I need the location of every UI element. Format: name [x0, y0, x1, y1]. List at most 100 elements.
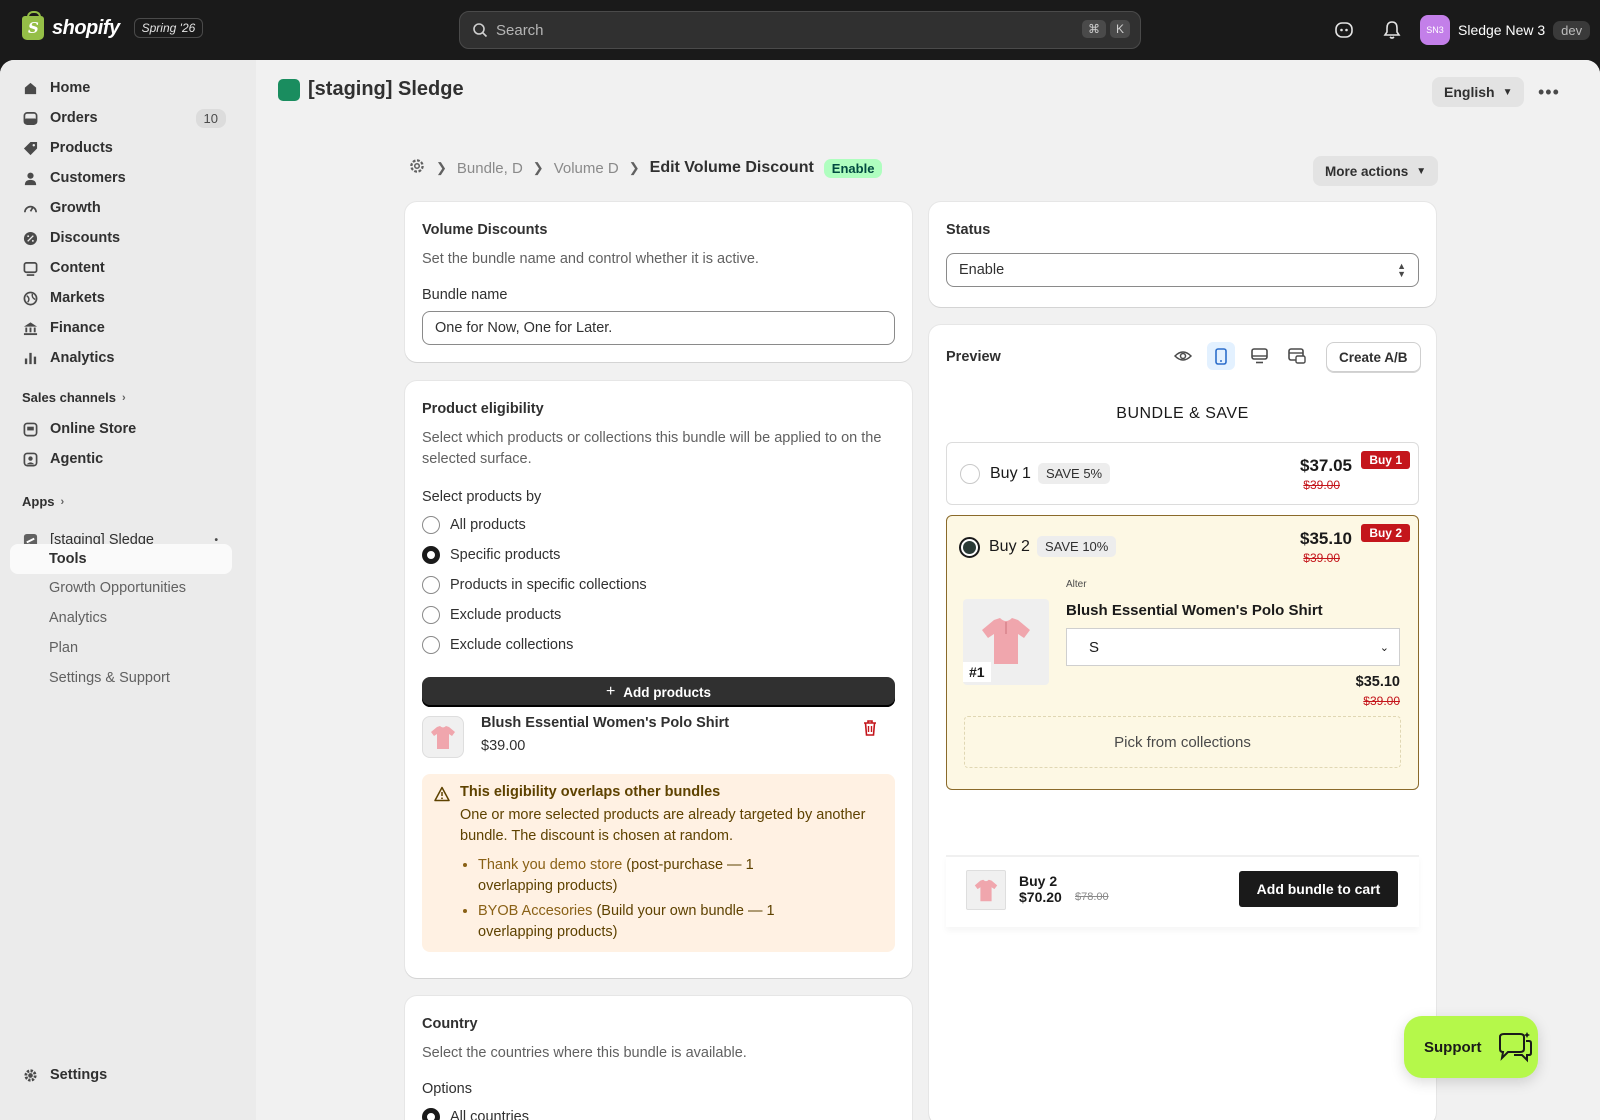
bundle-name-input[interactable]: One for Now, One for Later. [422, 311, 895, 345]
gauge-icon [22, 200, 38, 216]
radio-exclude-products[interactable]: Exclude products [422, 600, 561, 630]
sidebar-item-settings[interactable]: Settings [10, 1060, 232, 1090]
radio-dot [963, 541, 976, 554]
selected-product-name: Blush Essential Women's Polo Shirt [481, 715, 730, 731]
item-name: Blush Essential Women's Polo Shirt [1066, 602, 1323, 619]
pick-from-collections[interactable]: Pick from collections [964, 716, 1401, 768]
size-select-value: S [1089, 638, 1100, 656]
more-actions-button[interactable]: More actions ▼ [1313, 156, 1439, 186]
tier-option-buy-2[interactable]: Buy 2 SAVE 10% $35.10 $39.00 Buy 2 Alter… [946, 515, 1419, 790]
sidebar-item-growth[interactable]: Growth [10, 193, 232, 223]
radio-all-products[interactable]: All products [422, 510, 526, 540]
sidebar-subitem-plan[interactable]: Plan [10, 633, 232, 663]
tier-save-pill: SAVE 10% [1037, 536, 1117, 557]
apps-heading[interactable]: Apps › [22, 494, 64, 509]
radio-circle-selected[interactable] [422, 546, 440, 564]
add-products-button[interactable]: + Add products [422, 677, 895, 707]
discount-icon [22, 230, 38, 246]
desktop-view-icon[interactable] [1245, 342, 1273, 370]
sticky-compare-price: $78.00 [1075, 891, 1109, 903]
add-bundle-to-cart-button[interactable]: Add bundle to cart [1239, 871, 1398, 907]
sidebar-item-label: Markets [50, 290, 105, 306]
top-bar: shopify Spring '26 Search ⌘ K SN3 Sledge… [0, 0, 1600, 60]
eye-icon[interactable] [1169, 342, 1197, 370]
store-icon [22, 421, 38, 437]
preview-card: Preview Create A/B BUNDLE & SAVE Buy 1 S… [929, 325, 1436, 1120]
sidebar-subitem-label: Plan [49, 640, 79, 656]
radio-all-countries[interactable]: All countries [422, 1102, 529, 1120]
overlap-bundle-link[interactable]: BYOB Accesories [478, 903, 592, 919]
radio-circle[interactable] [422, 576, 440, 594]
search-placeholder: Search [496, 21, 544, 39]
orders-icon [22, 110, 38, 126]
tier-price: $37.05 [1300, 456, 1352, 475]
sidebar-item-finance[interactable]: Finance [10, 313, 232, 343]
support-button[interactable]: Support [1404, 1016, 1538, 1078]
sidebar-item-home[interactable]: Home [10, 73, 232, 103]
sidebar-item-label: Finance [50, 320, 105, 336]
radio-exclude-collections[interactable]: Exclude collections [422, 630, 573, 660]
sidekick-icon[interactable] [1332, 18, 1356, 42]
shopify-logo[interactable]: shopify Spring '26 [22, 11, 204, 40]
radio-specific-products[interactable]: Specific products [422, 540, 560, 570]
card-title: Country [422, 1016, 478, 1032]
sidebar-item-orders[interactable]: Orders 10 [10, 103, 232, 133]
overlap-item: Thank you demo store (post-purchase — 1 … [478, 855, 778, 897]
layout-view-icon[interactable] [1283, 342, 1311, 370]
item-compare-price: $39.00 [1363, 694, 1400, 708]
chat-bubble-icon [1498, 1032, 1532, 1063]
sidebar-item-agentic[interactable]: Agentic [10, 444, 232, 474]
store-switcher[interactable]: SN3 Sledge New 3 dev [1420, 15, 1591, 45]
chevron-right-icon: › [121, 391, 126, 404]
chevron-down-icon: ⌄ [1379, 641, 1389, 654]
person-icon [22, 170, 38, 186]
sidebar-subitem-tools[interactable]: Tools [10, 544, 232, 574]
sidebar-subitem-settings-support[interactable]: Settings & Support [10, 663, 232, 693]
create-ab-label: Create A/B [1339, 349, 1408, 365]
sidebar-item-online-store[interactable]: Online Store [10, 414, 232, 444]
tier-radio-selected[interactable] [959, 537, 980, 558]
tier-radio[interactable] [960, 464, 980, 484]
radio-circle[interactable] [422, 516, 440, 534]
orders-count-badge: 10 [195, 108, 226, 128]
bundle-name-value: One for Now, One for Later. [435, 320, 613, 336]
tier-name: Buy 1 [990, 465, 1031, 482]
search-bar[interactable]: Search ⌘ K [459, 11, 1141, 49]
status-select[interactable]: Enable ▲ ▼ [946, 253, 1419, 287]
sidebar-subitem-growth-opportunities[interactable]: Growth Opportunities [10, 573, 232, 603]
language-selector[interactable]: English ▼ [1432, 77, 1525, 107]
sidebar-item-products[interactable]: Products [10, 133, 232, 163]
sidebar-item-label: Orders [50, 110, 98, 126]
create-ab-button[interactable]: Create A/B [1326, 342, 1421, 372]
agentic-icon [22, 451, 38, 467]
sidebar-item-label: Analytics [50, 350, 115, 366]
breadcrumb-volume[interactable]: Volume D [554, 160, 619, 177]
status-select-value: Enable [959, 262, 1005, 278]
select-arrows-icon: ▲ ▼ [1397, 261, 1406, 279]
sidebar-subitem-analytics[interactable]: Analytics [10, 603, 232, 633]
sidebar-item-customers[interactable]: Customers [10, 163, 232, 193]
sidebar-item-markets[interactable]: Markets [10, 283, 232, 313]
overlap-bundle-link[interactable]: Thank you demo store [478, 857, 622, 873]
sidebar-item-content[interactable]: Content [10, 253, 232, 283]
radio-specific-collections[interactable]: Products in specific collections [422, 570, 647, 600]
breadcrumb-bundle[interactable]: Bundle, D [457, 160, 523, 177]
size-select[interactable]: S ⌄ [1066, 628, 1400, 666]
widget-title: BUNDLE & SAVE [1116, 405, 1249, 422]
sidebar-item-discounts[interactable]: Discounts [10, 223, 232, 253]
radio-circle[interactable] [422, 606, 440, 624]
tier-name: Buy 2 [989, 538, 1030, 555]
more-options-icon[interactable]: ••• [1538, 82, 1560, 103]
settings-gear-icon[interactable] [408, 157, 426, 179]
card-title: Preview [946, 349, 1001, 365]
warning-triangle-icon [434, 786, 450, 802]
mobile-view-icon[interactable] [1207, 342, 1235, 370]
radio-circle[interactable] [422, 636, 440, 654]
trash-icon[interactable] [862, 719, 878, 740]
radio-circle-selected[interactable] [422, 1108, 440, 1120]
sidebar-item-analytics[interactable]: Analytics [10, 343, 232, 373]
bell-icon[interactable] [1380, 18, 1404, 42]
tier-option-buy-1[interactable]: Buy 1 SAVE 5% $37.05 $39.00 Buy 1 [946, 442, 1419, 505]
pick-collections-label: Pick from collections [1114, 733, 1251, 751]
sales-channels-heading[interactable]: Sales channels › [22, 390, 126, 405]
